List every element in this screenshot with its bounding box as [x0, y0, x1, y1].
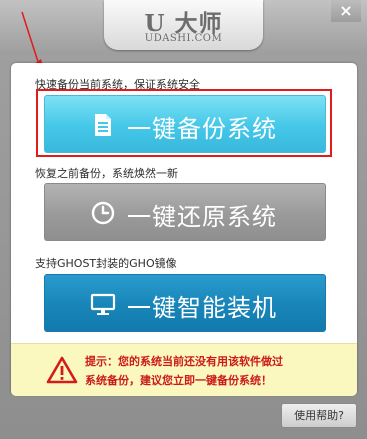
close-icon: ×: [339, 1, 353, 20]
install-button-label: 一键智能装机: [127, 294, 277, 322]
annotation-highlight-box: [36, 89, 332, 157]
restore-system-button[interactable]: 一键还原系统: [44, 183, 326, 241]
clock-icon: [91, 201, 115, 225]
logo-subtitle: UDASHI.COM: [144, 33, 223, 44]
smart-install-button[interactable]: 一键智能装机: [44, 274, 326, 332]
warning-text-line2: 系统备份，建议您立即一键备份系统！: [85, 374, 272, 387]
restore-button-label: 一键还原系统: [127, 203, 277, 231]
warning-bar: 提示：您的系统当前还没有用该软件做过 系统备份，建议您立即一键备份系统！: [11, 343, 357, 396]
install-description: 支持GHOST封装的GHO镜像: [35, 257, 177, 270]
help-button[interactable]: 使用帮助?: [281, 403, 357, 428]
close-button[interactable]: ×: [331, 0, 361, 22]
warning-text-line1: 提示：您的系统当前还没有用该软件做过: [85, 355, 283, 368]
restore-description: 恢复之前备份，系统焕然一新: [35, 167, 178, 180]
logo: U 大师 UDASHI.COM: [104, 0, 263, 50]
monitor-icon: [90, 293, 116, 315]
app-window: U 大师 UDASHI.COM × 快速备份当前系统，保证系统安全 一键备份系统…: [0, 0, 367, 439]
warning-triangle-icon: [46, 356, 78, 384]
